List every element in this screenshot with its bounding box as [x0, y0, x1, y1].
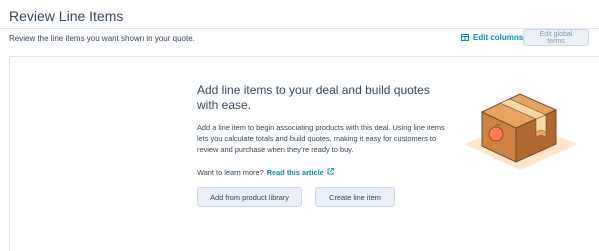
read-article-label: Read this article — [266, 168, 324, 177]
add-from-product-library-button[interactable]: Add from product library — [197, 187, 302, 207]
page-title: Review Line Items — [9, 8, 124, 24]
edit-columns-button[interactable]: Edit columns — [461, 33, 523, 42]
learn-more-prefix: Want to learn more? — [197, 168, 264, 177]
review-line-items-panel: Review Line Items Review the line items … — [0, 0, 599, 251]
header-divider — [0, 28, 599, 29]
empty-state-title: Add line items to your deal and build qu… — [197, 83, 430, 112]
read-article-link[interactable]: Read this article — [267, 168, 334, 177]
external-link-icon — [327, 168, 334, 177]
page-subtitle: Review the line items you want shown in … — [9, 34, 195, 43]
empty-state-description: Add a line item to begin associating pro… — [197, 123, 445, 154]
edit-global-terms-button[interactable]: Edit global terms — [523, 29, 589, 46]
columns-icon — [461, 34, 469, 41]
edit-columns-label: Edit columns — [473, 33, 524, 42]
package-box-icon — [460, 82, 580, 172]
learn-more-row: Want to learn more? Read this article — [197, 168, 334, 177]
create-line-item-button[interactable]: Create line item — [315, 187, 395, 207]
